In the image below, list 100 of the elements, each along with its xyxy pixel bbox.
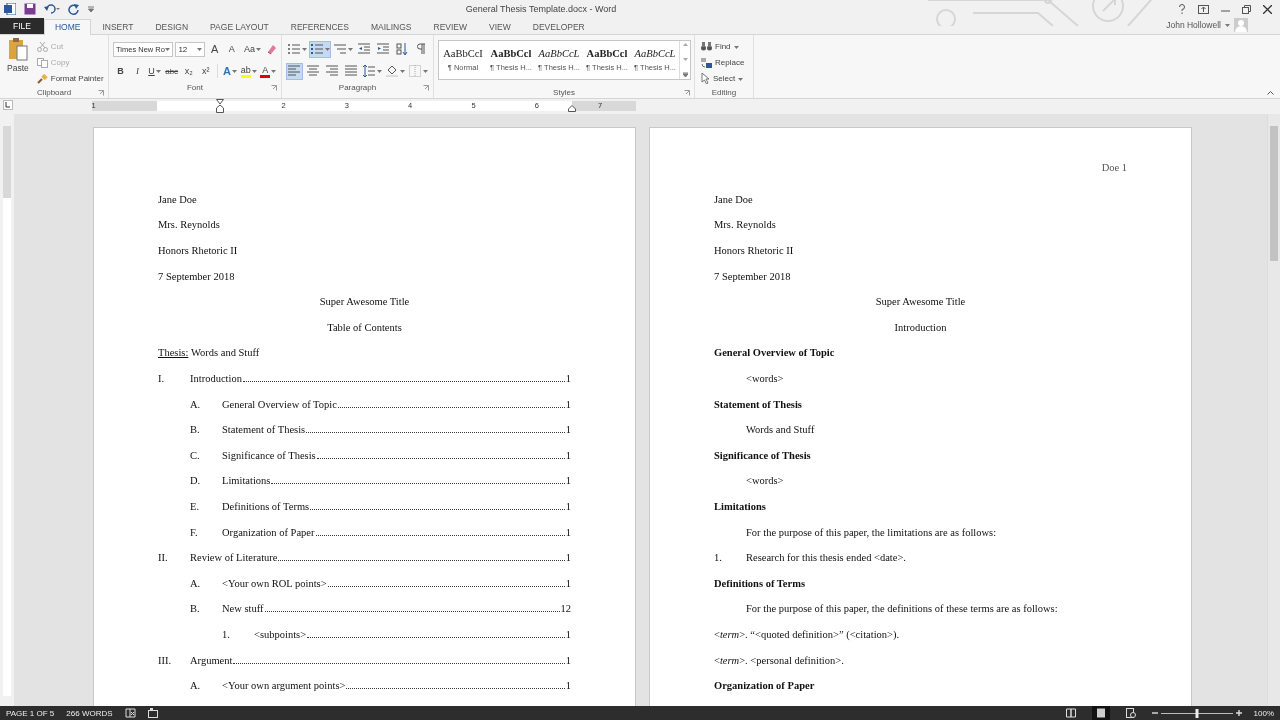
redo-icon[interactable] bbox=[68, 3, 80, 15]
print-layout-button[interactable] bbox=[1091, 706, 1110, 720]
underline-button[interactable]: U bbox=[147, 62, 162, 80]
scrollbar-thumb[interactable] bbox=[1270, 126, 1278, 261]
binoculars-icon[interactable] bbox=[701, 42, 712, 51]
text-effects-button[interactable]: A bbox=[222, 62, 238, 80]
sup-button[interactable]: x² bbox=[198, 62, 214, 80]
toc-entry[interactable]: Review of Literature bbox=[190, 552, 278, 564]
ribbon-tab[interactable]: DEVELOPER bbox=[521, 19, 596, 34]
tab-selector-icon[interactable] bbox=[3, 100, 13, 110]
strike-button[interactable]: abc bbox=[164, 62, 180, 80]
list-marker: B. bbox=[190, 603, 201, 615]
replace-button[interactable]: Replace bbox=[699, 55, 749, 70]
eraser-icon[interactable] bbox=[266, 43, 277, 55]
restore-icon[interactable] bbox=[1242, 4, 1251, 14]
more-styles-icon[interactable] bbox=[682, 72, 688, 77]
justify-icon bbox=[343, 64, 358, 78]
sub-button[interactable]: x₂ bbox=[181, 62, 197, 80]
multilevel-list-icon bbox=[333, 42, 348, 56]
ribbon-tab[interactable]: DESIGN bbox=[144, 19, 200, 34]
cursor-icon[interactable] bbox=[701, 73, 710, 84]
toc-entry[interactable]: Limitations bbox=[222, 475, 271, 487]
zoom-out-icon[interactable] bbox=[1151, 710, 1158, 716]
ribbon-tab[interactable]: FILE bbox=[0, 18, 44, 34]
body-text: Honors Rhetoric II bbox=[714, 245, 794, 257]
select-button[interactable]: Select bbox=[699, 71, 749, 86]
toc-entry[interactable]: Introduction bbox=[190, 373, 242, 385]
toc-entry[interactable]: Organization of Paper bbox=[222, 526, 315, 538]
dialog-launcher-icon[interactable] bbox=[98, 90, 104, 96]
page-number: 1 bbox=[565, 398, 571, 410]
page-number: 1 bbox=[565, 577, 571, 589]
ribbon-tab[interactable]: VIEW bbox=[478, 19, 522, 34]
toc-entry[interactable]: General Overview of Topic bbox=[222, 398, 337, 410]
thesis-text: Words and Stuff bbox=[190, 347, 260, 359]
toc-entry[interactable]: Definitions of Terms bbox=[222, 501, 310, 512]
italic-button[interactable]: I bbox=[130, 62, 145, 80]
body-text: Mrs. Reynolds bbox=[714, 219, 776, 231]
word-logo-icon[interactable] bbox=[4, 3, 16, 15]
toc-entry[interactable]: Statement of Thesis bbox=[222, 424, 306, 436]
replace-icon[interactable] bbox=[701, 57, 712, 68]
ribbon-tab[interactable]: MAILINGS bbox=[359, 19, 423, 34]
highlight-button[interactable]: ab bbox=[240, 62, 258, 80]
zoom-level[interactable]: 100% bbox=[1253, 708, 1274, 718]
caret-icon bbox=[197, 47, 203, 51]
ribbon-tab[interactable]: PAGE LAYOUT bbox=[199, 19, 280, 34]
font-size-field[interactable]: 12 bbox=[175, 41, 206, 57]
ribbon-tab[interactable]: HOME bbox=[43, 19, 92, 35]
page-number: 1 bbox=[565, 526, 571, 538]
painter-button[interactable]: Format Painter bbox=[34, 71, 106, 86]
bold-button[interactable]: B bbox=[113, 62, 128, 80]
find-button[interactable]: Find bbox=[699, 39, 749, 54]
section-heading: Limitations bbox=[714, 501, 766, 512]
paintbrush-icon[interactable] bbox=[36, 73, 48, 84]
indent-marker-icon[interactable] bbox=[216, 99, 224, 113]
toc-entry[interactable]: New stuff bbox=[222, 603, 264, 615]
line-spacing-icon bbox=[361, 64, 376, 78]
word-count[interactable]: 266 WORDS bbox=[66, 708, 113, 718]
toc-entry[interactable]: Significance of Thesis bbox=[222, 449, 316, 461]
list-marker: A. bbox=[190, 398, 202, 410]
scroll-up-icon[interactable] bbox=[682, 43, 688, 46]
toc-entry[interactable]: Argument bbox=[190, 654, 233, 666]
scroll-down-icon[interactable] bbox=[682, 57, 688, 61]
undo-icon[interactable] bbox=[44, 3, 60, 15]
ribbon-tab[interactable]: INSERT bbox=[91, 19, 145, 34]
toc-entry[interactable]: <subpoints> bbox=[254, 629, 307, 640]
dialog-launcher-icon[interactable] bbox=[684, 90, 690, 96]
proofing-icon[interactable] bbox=[124, 708, 136, 718]
ribbon-tab[interactable]: REVIEW bbox=[422, 19, 479, 34]
page-count[interactable]: PAGE 1 OF 5 bbox=[6, 708, 55, 718]
numbering-button[interactable] bbox=[309, 40, 331, 58]
align-left-button[interactable] bbox=[286, 62, 303, 80]
shrink-font-button[interactable]: A bbox=[224, 40, 240, 58]
help-icon[interactable] bbox=[1178, 4, 1186, 14]
body-text: <words> bbox=[746, 475, 784, 487]
save-icon[interactable] bbox=[24, 3, 36, 15]
zoom-in-icon[interactable] bbox=[1235, 710, 1242, 716]
dialog-launcher-icon[interactable] bbox=[271, 85, 277, 91]
customize-toolbar-icon[interactable] bbox=[88, 5, 94, 13]
ribbon-display-icon[interactable] bbox=[1198, 4, 1209, 14]
macro-icon[interactable] bbox=[147, 708, 158, 718]
page-number: 1 bbox=[565, 424, 571, 436]
collapse-ribbon-icon[interactable] bbox=[1267, 91, 1274, 95]
window-title: General Thesis Template.docx - Word bbox=[464, 4, 618, 14]
grow-font-button[interactable]: A bbox=[207, 40, 223, 58]
paste-button[interactable]: Paste bbox=[4, 37, 32, 86]
change-case-button[interactable]: Aa bbox=[241, 40, 264, 58]
ribbon-tab[interactable]: REFERENCES bbox=[279, 19, 360, 34]
font-color-button[interactable]: A bbox=[259, 62, 277, 80]
user-name[interactable]: John Hollowell bbox=[1166, 20, 1221, 30]
toc-entry[interactable]: <Your own argument points> bbox=[222, 680, 346, 692]
print-layout-icon bbox=[1095, 708, 1106, 718]
gallery-scroll[interactable] bbox=[679, 41, 690, 79]
body-text: <term>. <personal definition>. bbox=[714, 654, 844, 666]
page-number: 1 bbox=[565, 680, 571, 692]
line-spacing-button[interactable] bbox=[360, 62, 383, 80]
close-icon[interactable] bbox=[1263, 4, 1272, 14]
toc-entry[interactable]: <Your own ROL points> bbox=[222, 577, 327, 589]
right-indent-icon[interactable] bbox=[568, 105, 576, 112]
caret-icon bbox=[256, 47, 262, 51]
dialog-launcher-icon[interactable] bbox=[423, 85, 429, 91]
